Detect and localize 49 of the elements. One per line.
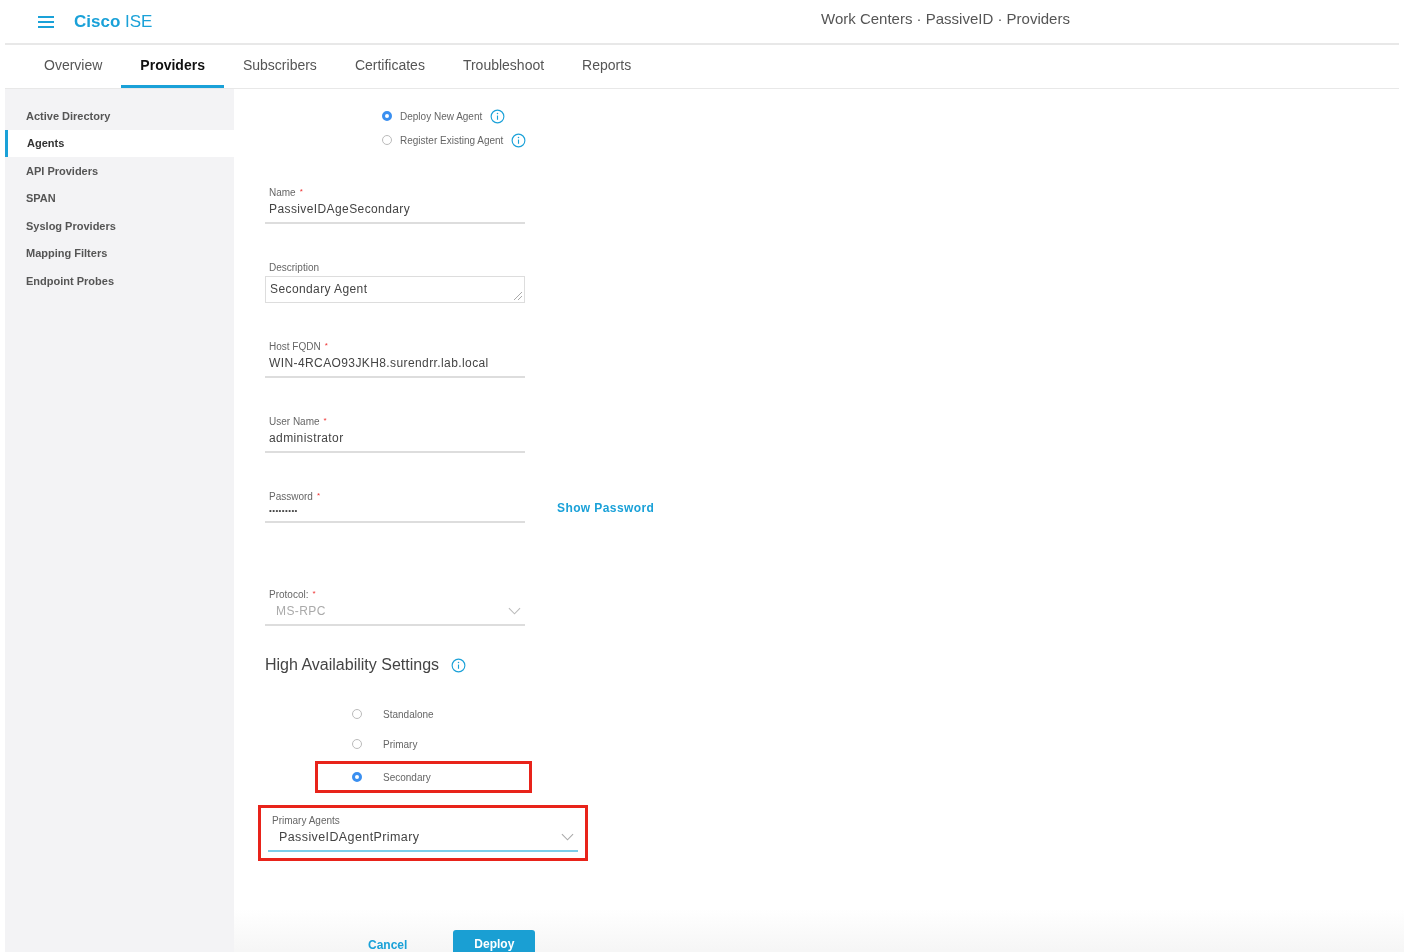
sidebar-item[interactable]: Syslog Providers [5,212,234,240]
radio-button[interactable] [352,739,362,749]
radio-button[interactable] [382,111,392,121]
sidebar-item[interactable]: Active Directory [5,102,234,130]
field-label: User Name [269,416,320,427]
password-field[interactable]: ••••••••• [265,505,525,523]
breadcrumb: Work Centers · PassiveID · Providers [821,10,1070,27]
resize-grip-icon[interactable] [514,292,522,300]
nav-tab[interactable]: Troubleshoot [443,45,564,88]
chevron-down-icon [508,607,521,615]
required-mark: * [316,491,321,500]
radio-label: Secondary [383,771,431,783]
section-title: High Availability Settings [265,656,440,674]
menu-icon[interactable] [38,15,54,28]
required-mark: * [323,416,327,425]
sidebar-item[interactable]: Endpoint Probes [5,267,234,295]
info-icon[interactable] [511,132,527,148]
sidebar-item[interactable]: API Providers [5,157,234,185]
required-mark: * [324,341,328,350]
field-label: Primary Agents [271,815,341,826]
info-icon[interactable] [451,657,467,673]
radio-label: Deploy New Agent [400,110,483,122]
input-field[interactable]: administrator [265,430,525,453]
input-field[interactable]: PassiveIDAgeSecondary [265,201,525,224]
input-field[interactable]: WIN-4RCAO93JKH8.surendrr.lab.local [265,355,525,378]
sidebar-item[interactable]: Mapping Filters [5,239,234,267]
nav-tab[interactable]: Reports [563,45,651,88]
info-icon[interactable] [490,108,506,124]
required-mark: * [312,589,316,598]
radio-button[interactable] [382,135,392,145]
field-label: Host FQDN [269,341,321,352]
sidebar-item[interactable]: SPAN [5,184,234,212]
description-field[interactable]: Secondary Agent [265,276,525,303]
nav-tab[interactable]: Certificates [335,45,444,88]
nav-tab[interactable]: Subscribers [223,45,336,88]
sidebar-item[interactable]: Agents [5,129,234,157]
primary-agents-dropdown[interactable]: PassiveIDAgentPrimary [268,829,578,852]
radio-button[interactable] [352,709,362,719]
nav-tab[interactable]: Overview [25,45,122,88]
chevron-down-icon [561,833,574,841]
radio-label: Standalone [383,708,434,720]
radio-label: Register Existing Agent [400,134,504,146]
required-mark: * [299,187,303,196]
field-label: Name [269,187,296,198]
field-label: Password [269,491,313,502]
field-label: Protocol: [269,589,309,600]
radio-label: Primary [383,738,418,750]
field-label: Description [269,262,320,273]
radio-button[interactable] [352,772,362,782]
